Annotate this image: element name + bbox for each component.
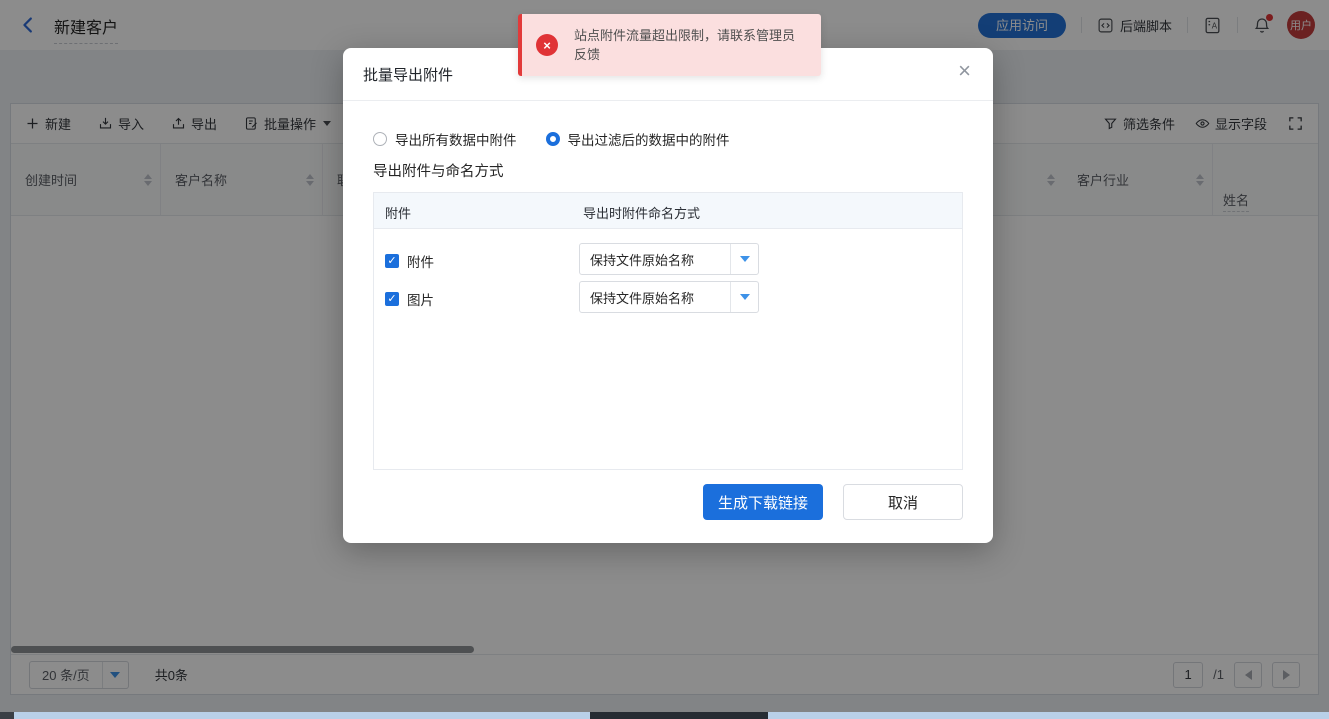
attachment-row: ✓ 附件 保持文件原始名称	[374, 243, 962, 275]
attachment-row: ✓ 图片 保持文件原始名称	[374, 281, 962, 313]
modal-title: 批量导出附件	[363, 64, 453, 85]
divider	[343, 100, 993, 101]
bottom-window-edge	[0, 712, 1329, 719]
bottom-edge-segment	[0, 712, 14, 719]
naming-select[interactable]: 保持文件原始名称	[579, 281, 759, 313]
column-naming-label: 导出时附件命名方式	[583, 203, 700, 222]
generate-link-button[interactable]: 生成下载链接	[703, 484, 823, 520]
chevron-down-icon	[730, 282, 758, 312]
attachment-checkbox-group: ✓ 图片	[385, 289, 434, 309]
attachment-row-label: 附件	[407, 251, 434, 271]
attachment-row-label: 图片	[407, 289, 434, 309]
chevron-down-icon	[730, 244, 758, 274]
error-message: 站点附件流量超出限制，请联系管理员反馈	[574, 26, 802, 64]
attachment-naming-table: 附件 导出时附件命名方式 ✓ 附件 保持文件原始名称 ✓ 图片	[373, 192, 963, 470]
export-scope-radio-group: 导出所有数据中附件 导出过滤后的数据中的附件	[373, 129, 759, 149]
radio-export-all[interactable]	[373, 132, 387, 146]
checkbox-checked-icon[interactable]: ✓	[385, 254, 399, 268]
naming-select-value: 保持文件原始名称	[580, 282, 730, 312]
section-label: 导出附件与命名方式	[373, 160, 504, 181]
radio-export-all-label: 导出所有数据中附件	[395, 129, 517, 149]
naming-select-value: 保持文件原始名称	[580, 244, 730, 274]
error-icon: ×	[536, 34, 558, 56]
error-toast: × 站点附件流量超出限制，请联系管理员反馈	[518, 14, 821, 76]
attachment-table-header: 附件 导出时附件命名方式	[374, 193, 962, 229]
radio-export-filtered[interactable]	[546, 132, 560, 146]
bottom-edge-segment	[590, 712, 768, 719]
radio-export-filtered-label: 导出过滤后的数据中的附件	[568, 129, 730, 149]
naming-select[interactable]: 保持文件原始名称	[579, 243, 759, 275]
screen: 新建客户 应用访问 后端脚本 A 用户	[0, 0, 1329, 719]
batch-export-modal: 批量导出附件 × 导出所有数据中附件 导出过滤后的数据中的附件 导出附件与命名方…	[343, 48, 993, 543]
attachment-checkbox-group: ✓ 附件	[385, 251, 434, 271]
checkbox-checked-icon[interactable]: ✓	[385, 292, 399, 306]
column-attachment-label: 附件	[385, 203, 411, 222]
close-icon[interactable]: ×	[958, 60, 971, 82]
cancel-button[interactable]: 取消	[843, 484, 963, 520]
